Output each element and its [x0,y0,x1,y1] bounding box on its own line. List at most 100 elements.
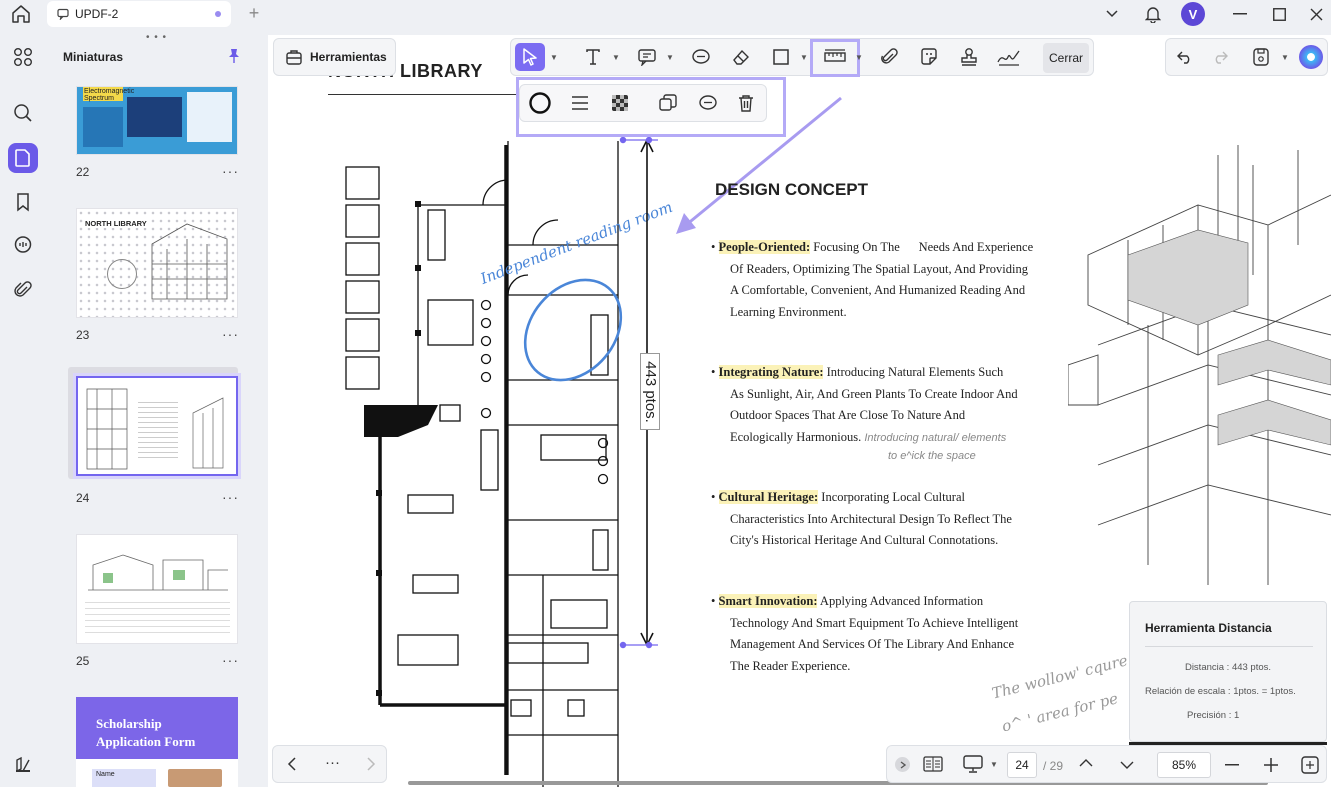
minimize-icon[interactable] [1230,2,1250,26]
distance-tool-panel: Herramienta Distancia Distancia : 443 pt… [1129,601,1327,742]
thumbnail-page-26[interactable]: Scholarship Application Form Name [76,697,238,787]
collapse-icon[interactable] [895,757,910,772]
signature-tool[interactable] [995,43,1023,71]
avatar[interactable]: V [1181,2,1205,26]
total-pages: / 29 [1043,759,1064,773]
pin-icon[interactable] [226,48,242,64]
left-rail [0,28,46,787]
more-options-button[interactable]: ··· [222,652,239,668]
page-number: 25 [76,654,90,668]
chevron-down-icon[interactable] [1103,2,1121,26]
bullet-title: Smart Innovation: [718,594,818,608]
section-title: DESIGN CONCEPT [715,180,869,199]
new-tab-button[interactable]: + [245,4,263,22]
ai-assistant-icon[interactable] [1299,45,1323,69]
bookmark-icon[interactable] [8,187,38,217]
close-window-icon[interactable] [1306,2,1326,26]
rectangle-icon [773,49,789,65]
organize-pages-icon[interactable] [8,42,38,72]
panel-title: Herramienta Distancia [1145,621,1272,635]
tools-button[interactable]: Herramientas [273,38,396,76]
chevron-down-icon[interactable]: ▼ [666,53,674,62]
measure-properties-toolbar [519,84,767,122]
attach-tool[interactable] [875,43,903,71]
redo-icon [1215,51,1228,64]
presentation-button[interactable] [959,750,987,778]
cursor-icon [523,48,537,66]
search-icon[interactable] [8,98,38,128]
chevron-down-icon[interactable]: ▼ [1281,53,1289,62]
thumbnail-page-22[interactable]: Electromagnetic Spectrum [76,86,238,155]
bullet-title: Cultural Heritage: [718,490,819,504]
comment-tool[interactable] [687,43,715,71]
thumb-title: NORTH LIBRARY [85,219,147,228]
save-button[interactable] [1247,43,1275,71]
eraser-tool[interactable] [727,43,755,71]
page-nav-bar: ··· [272,745,387,783]
annotation-toolbar: ▼ ▼ ▼ ▼ ▼ Cerrar [510,38,1094,77]
page-number: 24 [76,491,90,505]
chevron-down-icon[interactable]: ▼ [550,53,558,62]
page-layout-button[interactable] [919,750,947,778]
chevron-down-icon[interactable]: ▼ [990,760,998,769]
layers-icon[interactable] [8,750,38,780]
chevron-down-icon[interactable]: ▼ [612,53,620,62]
chevron-down-icon[interactable] [1120,760,1134,770]
thumbnails-panel: • • • Miniaturas Electromagnetic Spectru… [46,28,266,787]
thumb-title: Scholarship Application Form [96,716,196,749]
chevron-down-icon[interactable]: ▼ [800,53,808,62]
maximize-icon[interactable] [1269,2,1289,26]
add-comment-button[interactable] [694,89,722,117]
text-tool[interactable] [579,43,607,71]
scale-ratio: Relación de escala : 1ptos. = 1ptos. [1145,686,1296,697]
home-icon[interactable] [10,4,32,24]
bullet-2: • Integrating Nature: Introducing Natura… [711,365,1018,445]
duplicate-button[interactable] [654,89,682,117]
zoom-out-icon[interactable] [1225,764,1239,766]
resize-handle[interactable]: • • • [146,32,167,43]
more-options-button[interactable]: ··· [222,326,239,342]
chevron-right-icon[interactable] [366,757,376,771]
page-number-input[interactable]: 24 [1007,752,1037,778]
line-weight-icon [572,96,588,110]
sticker-tool[interactable] [915,43,943,71]
attachment-icon[interactable] [8,275,38,305]
chevron-down-icon[interactable]: ▼ [855,53,863,62]
opacity-button[interactable] [606,89,634,117]
more-options-button[interactable]: ··· [222,163,239,179]
select-tool[interactable] [515,43,545,71]
undo-button[interactable] [1171,43,1199,71]
delete-button[interactable] [732,89,760,117]
more-options-button[interactable]: ··· [222,489,239,505]
zoom-in-icon[interactable] [1264,758,1278,772]
page-number: 23 [76,328,90,342]
callout-tool[interactable] [633,43,661,71]
comment-icon [57,8,69,20]
border-color-button[interactable] [526,89,554,117]
thumbnail-page-23[interactable]: NORTH LIBRARY [76,208,238,318]
paperclip-icon [881,48,898,64]
more-button[interactable]: ··· [325,754,340,771]
line-weight-button[interactable] [566,89,594,117]
document-tab[interactable]: UPDF-2 [47,1,231,27]
toolbox-icon [286,50,302,65]
thumbnails-icon[interactable] [8,143,38,173]
chevron-left-icon[interactable] [287,757,297,771]
comments-icon[interactable] [8,230,38,260]
text-icon [586,49,600,65]
stamp-tool[interactable] [955,43,983,71]
close-toolbar-button[interactable]: Cerrar [1043,43,1089,73]
tab-title: UPDF-2 [75,7,119,21]
redo-button[interactable] [1206,43,1234,71]
fit-page-icon[interactable] [1301,756,1319,774]
shape-tool[interactable] [767,43,795,71]
chevron-up-icon[interactable] [1079,758,1093,768]
bell-icon[interactable] [1142,2,1164,26]
measure-tool[interactable] [821,43,849,71]
thumbnail-page-24[interactable] [76,376,238,476]
zoom-level[interactable]: 85% [1157,752,1211,778]
thumbnail-page-25[interactable] [76,534,238,644]
book-icon [923,756,943,772]
distance-value: Distancia : 443 ptos. [1184,662,1272,673]
panel-title: Miniaturas [63,50,124,64]
